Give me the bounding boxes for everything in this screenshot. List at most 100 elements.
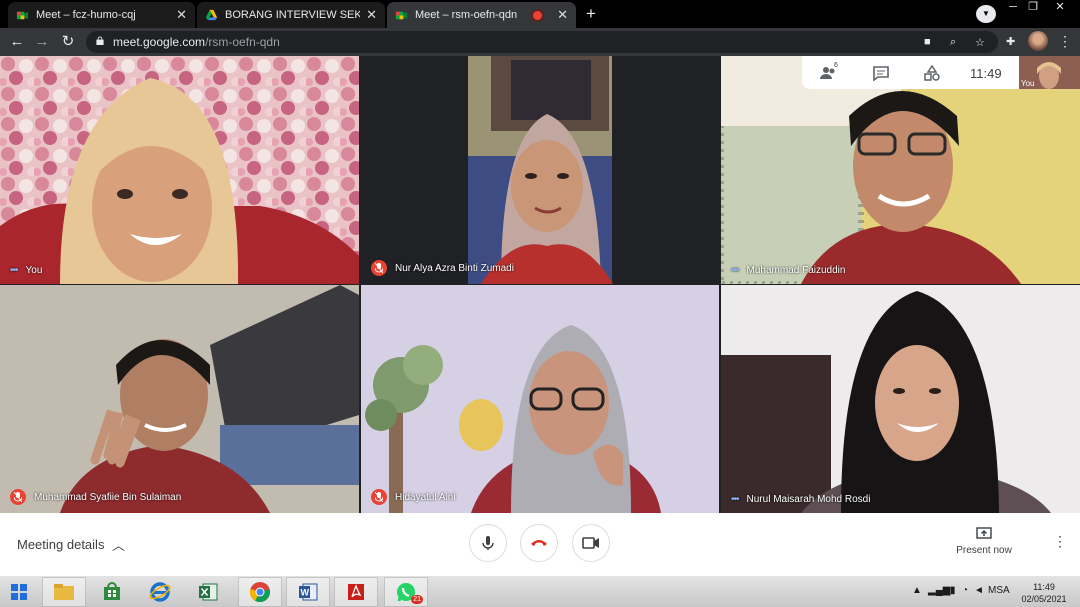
battery-icon[interactable]: ▮ (950, 585, 956, 596)
camera-button[interactable] (572, 524, 610, 562)
mic-off-icon (10, 489, 26, 505)
tab-title: Meet – rsm-oefn-qdn (415, 9, 518, 21)
tab-title: Meet – fcz-humo-cqj (36, 9, 136, 21)
speaking-indicator-icon: ••• (10, 265, 18, 276)
address-bar[interactable]: meet.google.com/rsm-oefn-qdn ■ ⌕ ☆ (86, 31, 998, 53)
start-button[interactable] (0, 577, 38, 607)
leave-call-button[interactable] (520, 524, 558, 562)
taskbar-time: 11:49 (1033, 582, 1055, 592)
chat-icon[interactable] (872, 65, 890, 81)
present-screen-icon (976, 527, 992, 539)
speaking-indicator-icon: ••• (731, 265, 739, 276)
participant-tile-you[interactable]: ••• You (0, 56, 359, 284)
taskbar-store[interactable] (90, 577, 134, 607)
network-signal-icon[interactable]: ▂▄▆ (928, 585, 950, 596)
participant-tile-faizuddin[interactable]: ••• Muhammad Faizuddin (721, 56, 1080, 284)
participant-tile-hidayatul[interactable]: Hidayatul Aini (361, 285, 719, 513)
participant-label: Hidayatul Aini (395, 491, 456, 503)
profile-avatar[interactable] (1028, 31, 1048, 51)
speaking-indicator-icon: ••• (731, 494, 739, 505)
folder-icon (54, 584, 74, 600)
taskbar-whatsapp[interactable]: 21 (384, 577, 428, 607)
bookmark-star-icon[interactable]: ☆ (975, 36, 985, 49)
meet-favicon-icon (395, 11, 408, 19)
participant-label: Nur Alya Azra Binti Zumadi (395, 262, 514, 274)
internet-explorer-icon (149, 582, 171, 602)
minimize-icon[interactable]: ─ (1004, 0, 1022, 14)
tab-meet-rsm[interactable]: Meet – rsm-oefn-qdn ✕ (387, 2, 576, 28)
tab-borang-interview[interactable]: BORANG INTERVIEW SEKRETARIAT ✕ (197, 2, 385, 28)
reload-icon[interactable]: ↻ (59, 33, 77, 51)
participant-name-you: ••• You (10, 265, 42, 276)
video-frame (0, 56, 359, 284)
microphone-icon (482, 536, 494, 550)
google-drive-icon (205, 9, 218, 20)
taskbar-date: 02/05/2021 (1021, 594, 1067, 604)
video-frame (721, 56, 1080, 284)
self-view-label: You (1021, 79, 1035, 88)
close-window-icon[interactable]: ✕ (1046, 0, 1074, 14)
input-language[interactable]: MSA (988, 585, 1010, 596)
tab-meet-fcz[interactable]: Meet – fcz-humo-cqj ✕ (8, 2, 195, 28)
mic-off-icon (371, 260, 387, 276)
close-tab-icon[interactable]: ✕ (557, 7, 568, 23)
word-icon: W (299, 583, 318, 601)
participant-tile-syafiie[interactable]: Muhammad Syafiie Bin Sulaiman (0, 285, 359, 513)
participant-label: Muhammad Faizuddin (746, 265, 846, 276)
present-now-label: Present now (956, 545, 1012, 556)
extensions-icon[interactable]: ✚ (1006, 35, 1015, 48)
participant-name-nurul-maisarah: ••• Nurul Maisarah Mohd Rosdi (731, 494, 870, 505)
participant-name-nur-alya: Nur Alya Azra Binti Zumadi (371, 260, 514, 276)
notification-badge: 21 (411, 595, 423, 604)
microphone-button[interactable] (469, 524, 507, 562)
participant-tile-nur-alya[interactable]: Nur Alya Azra Binti Zumadi (361, 56, 719, 284)
taskbar-word[interactable]: W (286, 577, 330, 607)
present-now-button[interactable]: Present now (950, 527, 1018, 556)
wifi-icon[interactable]: ◔ (962, 585, 968, 596)
show-hidden-icons-icon[interactable]: ▲ (912, 585, 922, 596)
meeting-clock: 11:49 (970, 66, 1002, 81)
windows-taskbar: W 21 ▲ ▂▄▆ ▮ ◔ ◄ MSA 11:49 02/05/2021 (0, 575, 1080, 607)
tab-search-icon[interactable]: ▼ (976, 5, 996, 23)
pdf-reader-icon (348, 584, 364, 600)
participant-label: You (25, 265, 43, 276)
recording-indicator-icon (533, 10, 543, 20)
close-tab-icon[interactable]: ✕ (366, 7, 377, 23)
taskbar-clock[interactable]: 11:49 02/05/2021 (1016, 581, 1072, 605)
taskbar-excel[interactable] (186, 577, 230, 607)
back-icon[interactable]: ← (8, 33, 26, 51)
activities-icon[interactable] (923, 65, 941, 81)
video-frame (468, 56, 613, 284)
zoom-icon[interactable]: ⌕ (950, 36, 956, 49)
screen: Meet – fcz-humo-cqj ✕ BORANG INTERVIEW S… (0, 0, 1080, 607)
forward-icon[interactable]: → (33, 33, 51, 51)
hang-up-icon (531, 540, 547, 546)
close-tab-icon[interactable]: ✕ (176, 7, 187, 23)
participant-tile-nurul-maisarah[interactable]: ••• Nurul Maisarah Mohd Rosdi (721, 285, 1080, 513)
taskbar-chrome[interactable] (238, 577, 282, 607)
taskbar-internet-explorer[interactable] (138, 577, 182, 607)
participant-name-hidayatul: Hidayatul Aini (371, 489, 456, 505)
participant-name-faizuddin: ••• Muhammad Faizuddin (731, 265, 845, 276)
meet-favicon-icon (16, 11, 29, 19)
chevron-up-icon[interactable]: ︿ (112, 535, 125, 554)
participant-name-syafiie: Muhammad Syafiie Bin Sulaiman (10, 489, 181, 505)
volume-icon[interactable]: ◄ (974, 585, 984, 596)
taskbar-acrobat[interactable] (334, 577, 378, 607)
video-frame (0, 285, 359, 513)
participant-label: Nurul Maisarah Mohd Rosdi (746, 494, 871, 505)
url-text: meet.google.com/rsm-oefn-qdn (113, 35, 280, 49)
meeting-details-button[interactable]: Meeting details (17, 537, 104, 552)
camera-permission-icon[interactable]: ■ (924, 36, 931, 48)
video-frame (361, 285, 719, 513)
more-options-icon[interactable]: ⋮ (1053, 533, 1067, 550)
store-icon (104, 582, 120, 600)
participant-label: Muhammad Syafiie Bin Sulaiman (34, 491, 182, 503)
self-view-thumbnail[interactable]: You (1019, 56, 1080, 89)
restore-icon[interactable]: ❐ (1024, 0, 1042, 14)
taskbar-file-explorer[interactable] (42, 577, 86, 607)
browser-toolbar: ← → ↻ meet.google.com/rsm-oefn-qdn ■ ⌕ ☆… (0, 28, 1080, 56)
browser-menu-icon[interactable]: ⋮ (1058, 33, 1072, 50)
url-host: meet.google.com (113, 35, 206, 49)
new-tab-button[interactable]: + (580, 4, 602, 24)
